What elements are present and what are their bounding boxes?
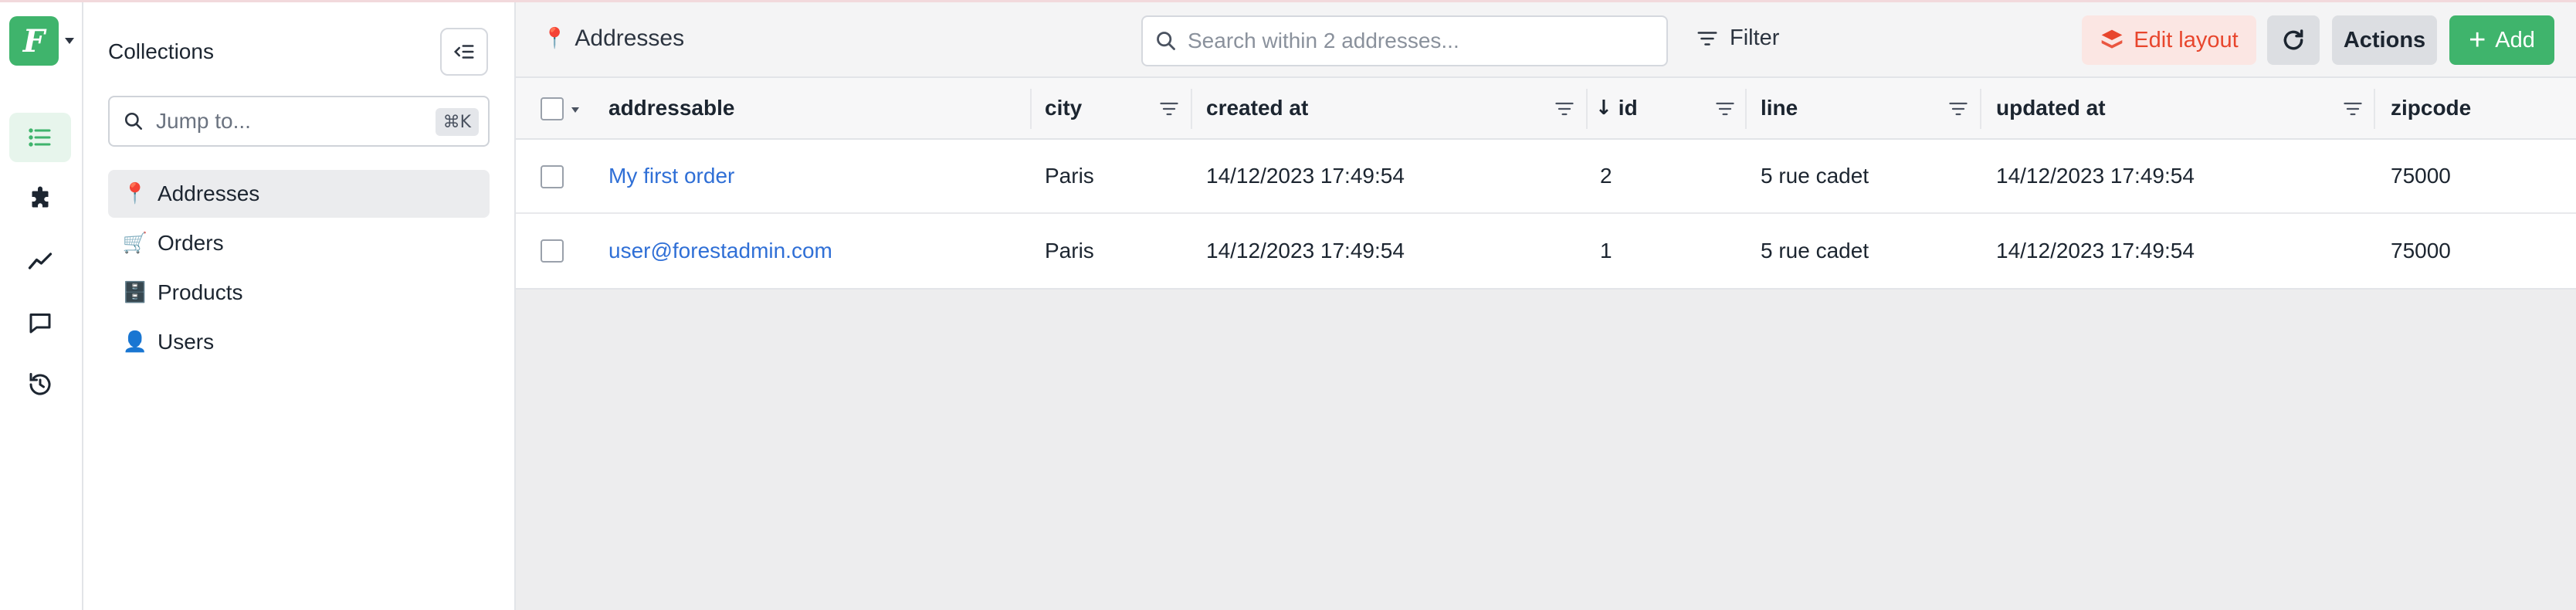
search-placeholder: Search within 2 addresses... [1188, 29, 1459, 53]
list-icon [29, 128, 51, 147]
filter-label: Filter [1730, 25, 1780, 50]
sidebar-item-users[interactable]: 👤 Users [108, 318, 490, 366]
shortcut-badge: ⌘K [435, 108, 479, 136]
jump-to-input[interactable]: Jump to... ⌘K [108, 96, 490, 147]
cell-addressable-link[interactable]: My first order [608, 140, 734, 212]
chevron-down-icon[interactable] [571, 107, 579, 113]
cell-city: Paris [1045, 239, 1094, 263]
rail-history-button[interactable] [9, 360, 71, 409]
plus-icon: + [2469, 23, 2486, 56]
sidebar-item-addresses[interactable]: 📍 Addresses [108, 170, 490, 218]
edit-layout-label: Edit layout [2134, 27, 2239, 53]
select-all-checkbox[interactable] [541, 97, 564, 120]
collections-panel: Collections Jump to... ⌘K 📍 Addresses 🛒 … [83, 2, 516, 610]
row-checkbox[interactable] [541, 239, 564, 263]
toolbar: 📍 Addresses Search within 2 addresses...… [516, 2, 2576, 78]
refresh-button[interactable] [2267, 15, 2320, 65]
cart-icon: 🛒 [122, 232, 148, 255]
icon-rail: F [0, 2, 83, 610]
cabinet-icon: 🗄️ [122, 281, 148, 304]
column-header-zipcode[interactable]: zipcode [2391, 78, 2471, 138]
column-header-id[interactable]: ↓ id [1595, 78, 1638, 138]
table-row[interactable]: My first order Paris 14/12/2023 17:49:54… [516, 140, 2576, 214]
column-divider [1745, 89, 1747, 129]
column-divider [1586, 89, 1588, 129]
filter-icon [1697, 31, 1717, 46]
records-table: addressable city created at ↓ id line up… [516, 78, 2576, 290]
pin-icon: 📍 [542, 27, 568, 50]
refresh-icon [2283, 29, 2303, 50]
sidebar-item-label: Users [158, 330, 215, 354]
breadcrumb-title: Addresses [575, 25, 685, 51]
sidebar-item-label: Addresses [158, 181, 260, 205]
column-header-addressable[interactable]: addressable [608, 78, 734, 138]
column-filter-icon[interactable] [1554, 98, 1575, 120]
workspace-switcher[interactable]: F [9, 16, 74, 66]
column-divider [1030, 89, 1032, 129]
column-filter-icon[interactable] [1947, 98, 1969, 120]
cell-id: 1 [1600, 239, 1612, 263]
sidebar-item-label: Orders [158, 231, 224, 255]
search-icon [1157, 32, 1175, 50]
row-checkbox[interactable] [541, 165, 564, 188]
forest-logo: F [9, 16, 59, 66]
column-filter-icon[interactable] [2342, 98, 2364, 120]
column-header-id-label: id [1618, 96, 1638, 120]
cell-line: 5 rue cadet [1761, 239, 1869, 263]
column-header-city[interactable]: city [1045, 78, 1082, 138]
rail-collaboration-button[interactable] [9, 298, 71, 347]
add-label: Add [2495, 27, 2535, 53]
cell-created-at: 14/12/2023 17:49:54 [1206, 239, 1405, 263]
column-divider [1980, 89, 1981, 129]
collapse-menu-icon [453, 45, 474, 59]
column-filter-icon[interactable] [1158, 98, 1180, 120]
cell-zipcode: 75000 [2391, 239, 2451, 263]
cell-id: 2 [1600, 164, 1612, 188]
main-content: 📍 Addresses Search within 2 addresses...… [516, 2, 2576, 610]
puzzle-icon [32, 186, 49, 208]
collapse-sidebar-button[interactable] [440, 28, 488, 76]
user-icon: 👤 [122, 330, 148, 354]
add-record-button[interactable]: + Add [2449, 15, 2554, 65]
sidebar-item-orders[interactable]: 🛒 Orders [108, 219, 490, 267]
pin-icon: 📍 [122, 182, 148, 205]
table-header: addressable city created at ↓ id line up… [516, 78, 2576, 140]
column-header-updated-at[interactable]: updated at [1996, 78, 2106, 138]
sort-desc-icon: ↓ [1595, 97, 1612, 120]
rail-collections-button[interactable] [9, 113, 71, 162]
jump-placeholder: Jump to... [156, 109, 251, 133]
column-header-line[interactable]: line [1761, 78, 1798, 138]
sidebar-item-products[interactable]: 🗄️ Products [108, 269, 490, 317]
chevron-down-icon [65, 38, 74, 44]
cell-updated-at: 14/12/2023 17:49:54 [1996, 164, 2195, 188]
search-icon [124, 112, 143, 130]
actions-button[interactable]: Actions [2332, 15, 2437, 65]
column-filter-icon[interactable] [1714, 98, 1736, 120]
cell-city: Paris [1045, 164, 1094, 188]
breadcrumb: 📍 Addresses [542, 25, 684, 52]
edit-layout-button[interactable]: Edit layout [2082, 15, 2256, 65]
cell-updated-at: 14/12/2023 17:49:54 [1996, 239, 2195, 263]
table-row[interactable]: user@forestadmin.com Paris 14/12/2023 17… [516, 214, 2576, 288]
rail-integrations-button[interactable] [9, 175, 71, 224]
column-divider [1191, 89, 1192, 129]
cell-addressable-link[interactable]: user@forestadmin.com [608, 214, 832, 288]
cell-created-at: 14/12/2023 17:49:54 [1206, 164, 1405, 188]
filter-button[interactable]: Filter [1696, 25, 1779, 51]
column-divider [2374, 89, 2375, 129]
layers-icon [2101, 29, 2123, 49]
chat-icon [29, 313, 51, 334]
rail-analytics-button[interactable] [9, 236, 71, 286]
cell-zipcode: 75000 [2391, 164, 2451, 188]
panel-title: Collections [108, 39, 214, 63]
sidebar-item-label: Products [158, 280, 243, 304]
column-header-created-at[interactable]: created at [1206, 78, 1308, 138]
history-icon [29, 373, 51, 395]
chart-line-icon [28, 252, 53, 269]
cell-line: 5 rue cadet [1761, 164, 1869, 188]
search-input[interactable]: Search within 2 addresses... [1141, 15, 1668, 66]
